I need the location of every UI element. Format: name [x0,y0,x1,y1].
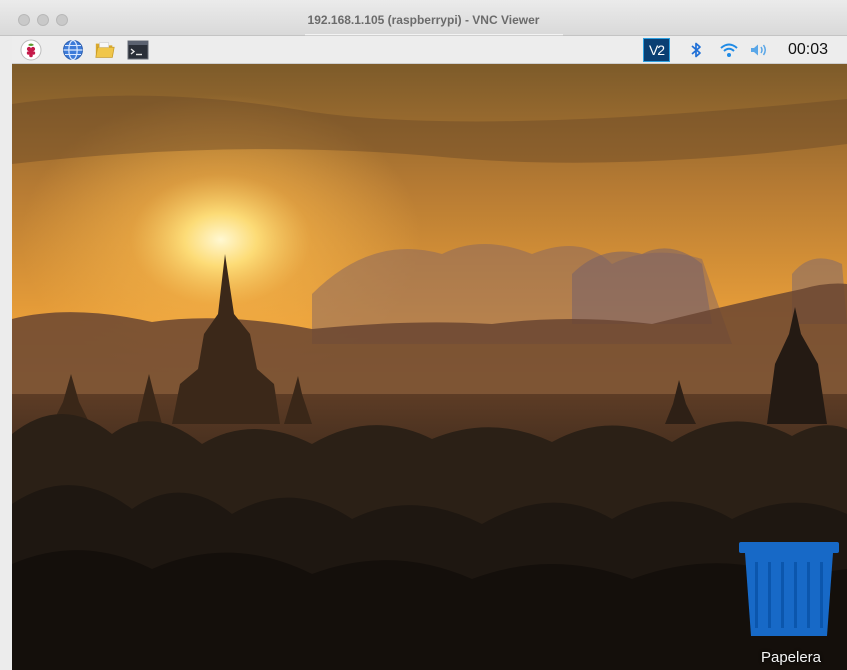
desktop-area[interactable]: Papelera [12,64,847,670]
file-manager-icon[interactable] [94,39,116,61]
volume-icon[interactable] [748,39,770,61]
window-title: 192.168.1.105 (raspberrypi) - VNC Viewer [307,13,540,27]
web-browser-icon[interactable] [62,39,84,61]
trash-label: Papelera [760,649,822,666]
terminal-icon[interactable] [127,39,149,61]
trash-icon [739,542,839,636]
raspberry-pi-taskbar: V2 00:03 [12,36,847,64]
bluetooth-icon[interactable] [685,39,707,61]
raspberry-menu-icon[interactable] [20,39,42,61]
vnc-viewer-window: 192.168.1.105 (raspberrypi) - VNC Viewer [0,0,847,670]
wifi-icon[interactable] [718,39,740,61]
clock: 00:03 [788,41,829,58]
vnc-server-icon[interactable]: V2 [643,38,670,62]
sunset-wallpaper [12,64,847,670]
window-titlebar[interactable]: 192.168.1.105 (raspberrypi) - VNC Viewer [0,0,847,36]
